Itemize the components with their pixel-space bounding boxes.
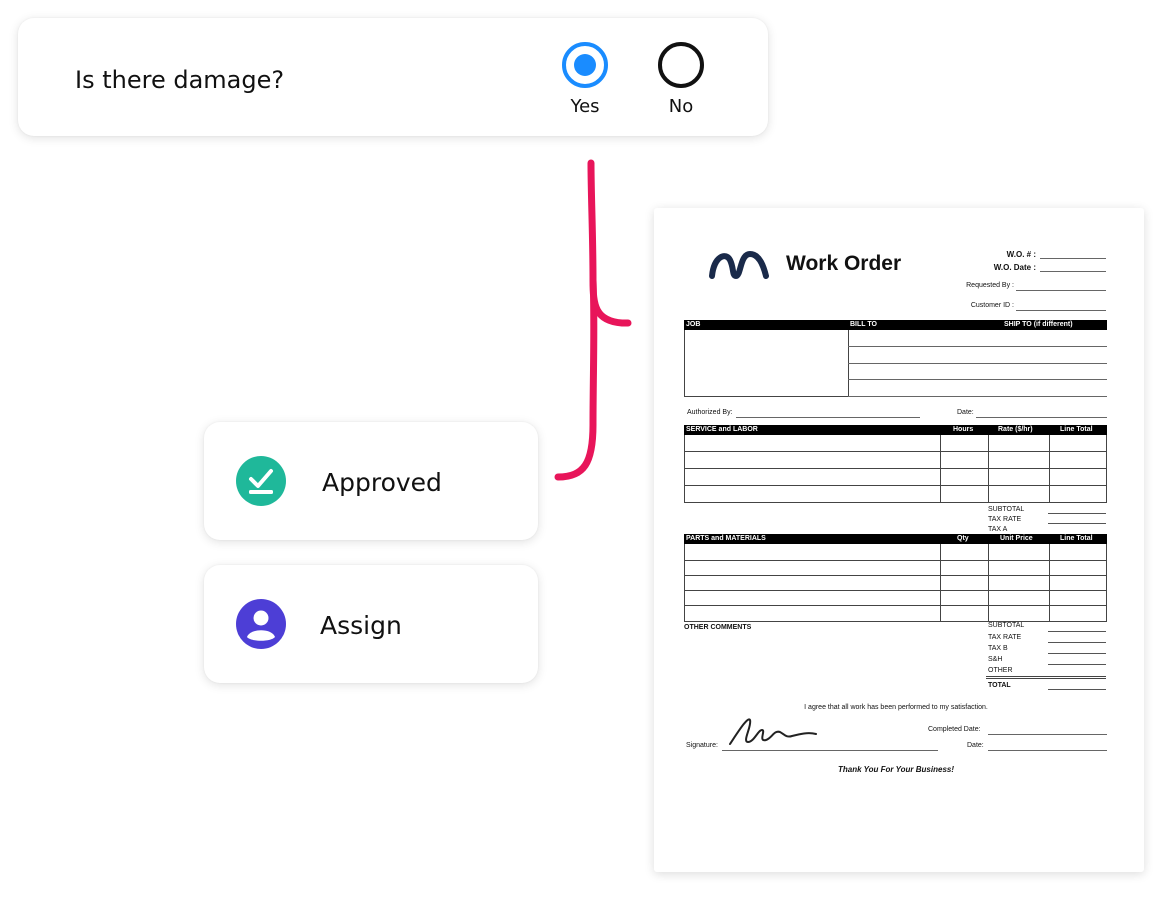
yes-label: Yes <box>570 96 600 117</box>
work-order-document: Work Order W.O. # : W.O. Date : Requeste… <box>654 208 1144 872</box>
assign-label: Assign <box>320 611 402 640</box>
service-labor-header: SERVICE and LABOR Hours Rate ($/hr) Line… <box>684 425 1107 435</box>
date-label: Date: <box>957 409 974 416</box>
customer-id-label: Customer ID : <box>970 302 1014 309</box>
wo-date-label: W.O. Date : <box>993 263 1036 272</box>
total-label: TOTAL <box>988 682 1011 689</box>
flow-connector-brace <box>554 159 632 481</box>
job-billing-header: JOB BILL TO SHIP TO (if different) <box>684 320 1107 330</box>
check-download-icon <box>236 456 286 506</box>
radio-selected-icon[interactable] <box>562 42 608 88</box>
service-labor-table <box>684 435 1107 503</box>
parts-materials-table <box>684 544 1107 622</box>
parts-materials-header: PARTS and MATERIALS Qty Unit Price Line … <box>684 534 1107 544</box>
signature-label: Signature: <box>686 742 718 749</box>
approved-label: Approved <box>322 468 442 497</box>
other-comments-label: OTHER COMMENTS <box>684 624 752 631</box>
user-icon <box>236 599 286 649</box>
thank-you-text: Thank You For Your Business! <box>837 765 955 774</box>
radio-unselected-icon[interactable] <box>658 42 704 88</box>
authorized-by-label: Authorized By: <box>687 409 733 416</box>
no-label: No <box>668 96 694 117</box>
yes-radio-option[interactable]: Yes <box>545 42 625 117</box>
question-label: Is there damage? <box>75 66 285 94</box>
damage-question-card: Is there damage? Yes No <box>18 18 768 136</box>
no-radio-option[interactable]: No <box>641 42 721 117</box>
company-logo-icon <box>709 250 769 280</box>
signature-scribble <box>729 718 817 745</box>
requested-by-label: Requested By : <box>966 282 1014 289</box>
approved-action-card[interactable]: Approved <box>204 422 538 540</box>
wo-number-label: W.O. # : <box>1006 250 1036 259</box>
document-title: Work Order <box>786 252 902 275</box>
agreement-text: I agree that all work has been performed… <box>804 704 988 711</box>
assign-action-card[interactable]: Assign <box>204 565 538 683</box>
